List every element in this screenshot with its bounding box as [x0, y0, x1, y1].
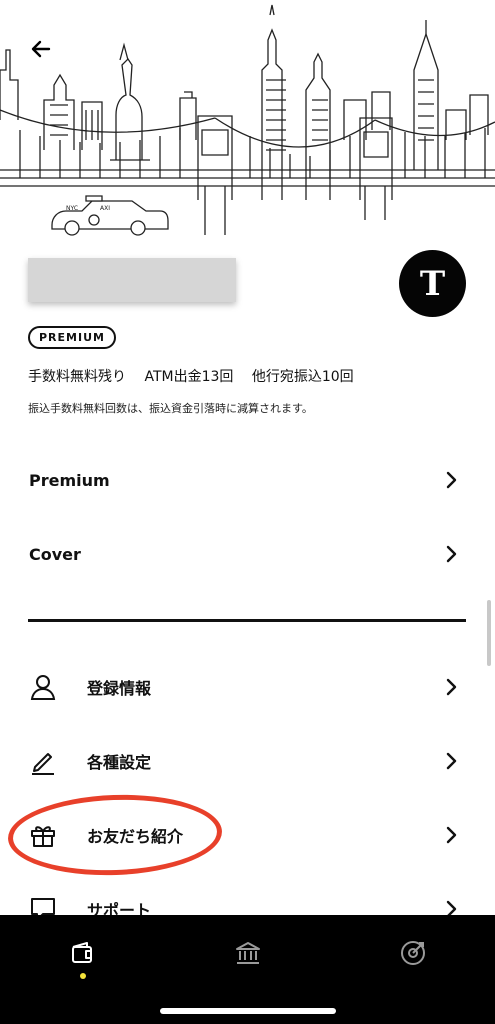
chevron-right-icon — [446, 678, 457, 696]
hero-illustration: NYC AXI — [0, 0, 495, 245]
menu-item-cover[interactable]: Cover — [0, 524, 495, 584]
person-icon — [30, 675, 56, 700]
tab-bar — [0, 915, 495, 1024]
chevron-right-icon — [446, 826, 457, 844]
bank-icon — [236, 942, 260, 964]
fee-note: 振込手数料無料回数は、振込資金引落時に減算されます。 — [28, 402, 313, 415]
avatar-initial: T — [419, 263, 446, 304]
chevron-right-icon — [446, 471, 457, 489]
menu-item-registration-info[interactable]: 登録情報 — [0, 657, 495, 717]
svg-text:AXI: AXI — [100, 205, 110, 212]
menu-item-label: Cover — [29, 544, 81, 564]
gift-icon — [31, 826, 55, 847]
fee-summary: 手数料無料残り ATM出金13回 他行宛振込10回 — [28, 366, 368, 386]
fee-remaining-label: 手数料無料残り — [28, 369, 126, 385]
menu-item-premium[interactable]: Premium — [0, 450, 495, 510]
menu-item-settings[interactable]: 各種設定 — [0, 731, 495, 791]
pencil-icon — [32, 753, 54, 775]
tab-wallet[interactable] — [63, 933, 103, 973]
tab-bank[interactable] — [228, 933, 268, 973]
account-name-redacted — [28, 258, 236, 302]
back-button[interactable] — [24, 32, 58, 66]
section-divider — [28, 619, 466, 622]
premium-badge: PREMIUM — [28, 326, 116, 349]
home-indicator[interactable] — [160, 1008, 336, 1014]
menu-item-label: 各種設定 — [87, 753, 152, 772]
fee-atm-count: ATM出金13回 — [144, 369, 234, 385]
chevron-right-icon — [446, 752, 457, 770]
tab-target[interactable] — [393, 933, 433, 973]
wallet-icon — [72, 942, 92, 963]
svg-text:NYC: NYC — [66, 205, 78, 212]
menu-item-label: Premium — [29, 470, 110, 490]
active-tab-dot — [80, 973, 86, 979]
menu-item-label: 登録情報 — [87, 679, 152, 698]
menu-item-label: お友だち紹介 — [87, 827, 184, 846]
fee-transfer-count: 他行宛振込10回 — [251, 369, 354, 385]
chevron-right-icon — [446, 545, 457, 563]
menu-item-friend-referral[interactable]: お友だち紹介 — [0, 805, 495, 865]
arrow-left-icon — [31, 40, 51, 58]
target-icon — [401, 941, 425, 965]
avatar[interactable]: T — [399, 250, 466, 317]
